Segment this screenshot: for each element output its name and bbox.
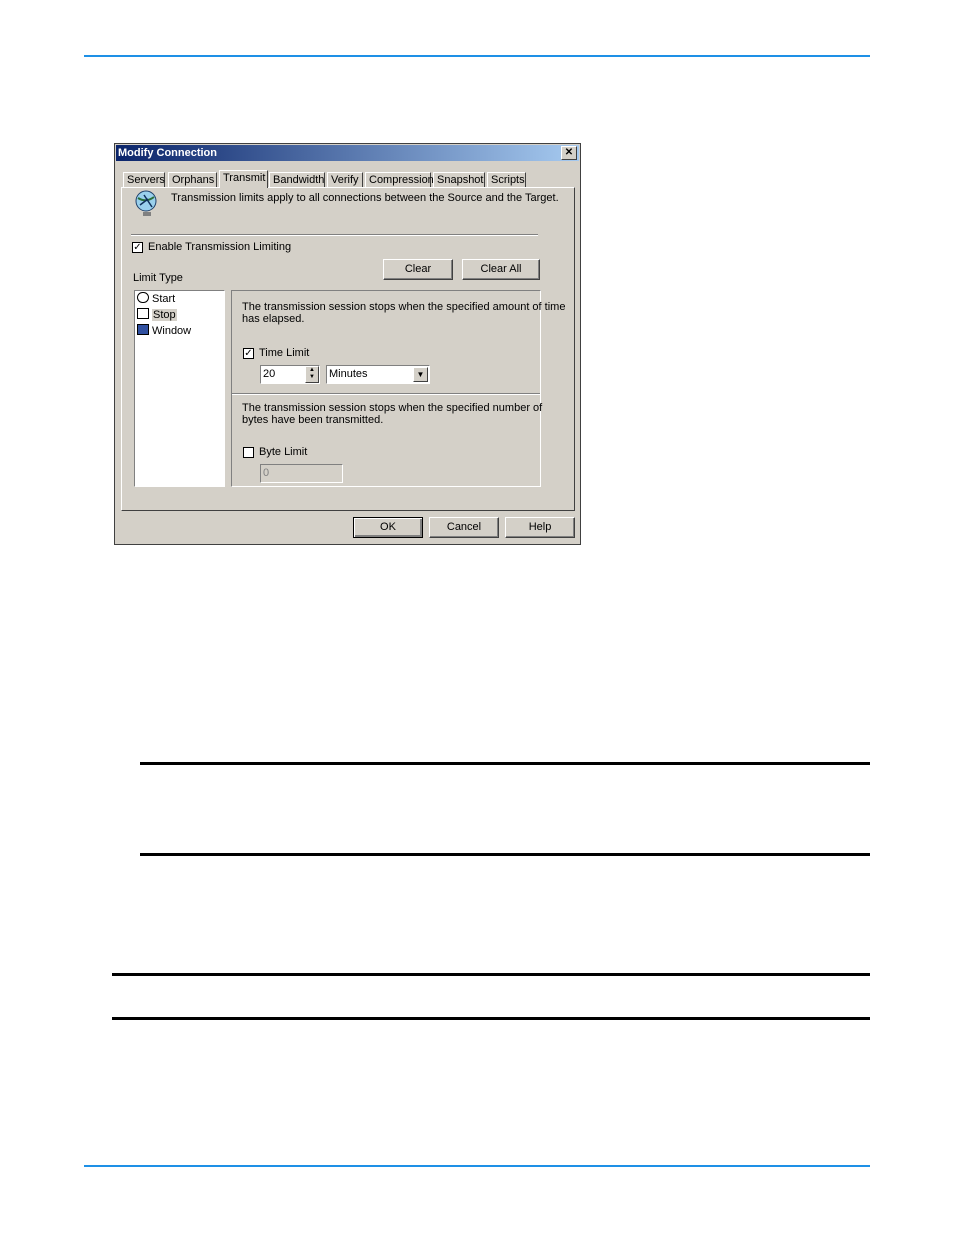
clock-icon: [137, 292, 149, 303]
help-button[interactable]: Help: [505, 517, 575, 538]
limit-type-list[interactable]: Start Stop Window: [134, 290, 225, 487]
tab-scripts[interactable]: Scripts: [487, 172, 526, 187]
dialog-titlebar[interactable]: Modify Connection ✕: [116, 145, 579, 161]
list-item-start[interactable]: Start: [137, 292, 175, 307]
info-text: Transmission limits apply to all connect…: [171, 192, 559, 204]
note-rule-bottom: [140, 853, 870, 856]
cancel-button[interactable]: Cancel: [429, 517, 499, 538]
chevron-down-icon[interactable]: ▼: [413, 367, 428, 382]
chart-icon: [137, 308, 149, 319]
window-icon: [137, 324, 149, 335]
divider: [131, 234, 538, 236]
note-rule-top: [140, 762, 870, 765]
list-item-label: Window: [152, 325, 192, 337]
time-description-line1: The transmission session stops when the …: [242, 301, 566, 313]
byte-description-line1: The transmission session stops when the …: [242, 402, 543, 414]
modify-connection-dialog: Modify Connection ✕ Servers Orphans Tran…: [114, 143, 581, 545]
footer-rule: [84, 1165, 870, 1167]
ok-button[interactable]: OK: [353, 517, 423, 538]
clear-all-button[interactable]: Clear All: [462, 259, 540, 280]
byte-limit-label: Byte Limit: [259, 446, 308, 458]
time-unit-value: Minutes: [329, 368, 368, 380]
section-divider: [232, 393, 540, 395]
time-limit-checkbox[interactable]: ✓: [243, 348, 254, 359]
limit-type-label: Limit Type: [133, 272, 183, 284]
tab-bandwidth[interactable]: Bandwidth: [269, 172, 325, 187]
section-rule-bottom: [112, 1017, 870, 1020]
tab-servers[interactable]: Servers: [123, 172, 165, 187]
list-item-stop[interactable]: Stop: [137, 308, 177, 323]
byte-limit-input[interactable]: 0: [260, 464, 343, 483]
tab-verify[interactable]: Verify: [327, 172, 363, 187]
list-item-label: Stop: [152, 309, 177, 321]
byte-description-line2: bytes have been transmitted.: [242, 414, 384, 426]
tab-snapshot[interactable]: Snapshot: [433, 172, 485, 187]
tab-orphans[interactable]: Orphans: [168, 172, 217, 187]
section-rule-top: [112, 973, 870, 976]
tab-transmit[interactable]: Transmit: [219, 170, 268, 188]
spin-arrows-icon[interactable]: ▲ ▼: [305, 366, 319, 383]
byte-limit-checkbox[interactable]: [243, 447, 254, 458]
time-limit-label: Time Limit: [259, 347, 310, 359]
time-unit-select[interactable]: Minutes ▼: [326, 365, 430, 384]
limit-detail-panel: The transmission session stops when the …: [231, 290, 565, 487]
list-item-window[interactable]: Window: [137, 324, 191, 339]
time-description-line2: has elapsed.: [242, 313, 305, 325]
globe-icon: [135, 190, 157, 216]
tab-compression[interactable]: Compression: [365, 172, 434, 187]
list-item-label: Start: [152, 293, 176, 305]
dialog-title: Modify Connection: [118, 147, 217, 159]
header-rule: [84, 55, 870, 57]
enable-limiting-label: Enable Transmission Limiting: [148, 241, 292, 253]
close-icon[interactable]: ✕: [561, 146, 577, 160]
clear-button[interactable]: Clear: [383, 259, 453, 280]
enable-limiting-checkbox[interactable]: ✓: [132, 242, 143, 253]
